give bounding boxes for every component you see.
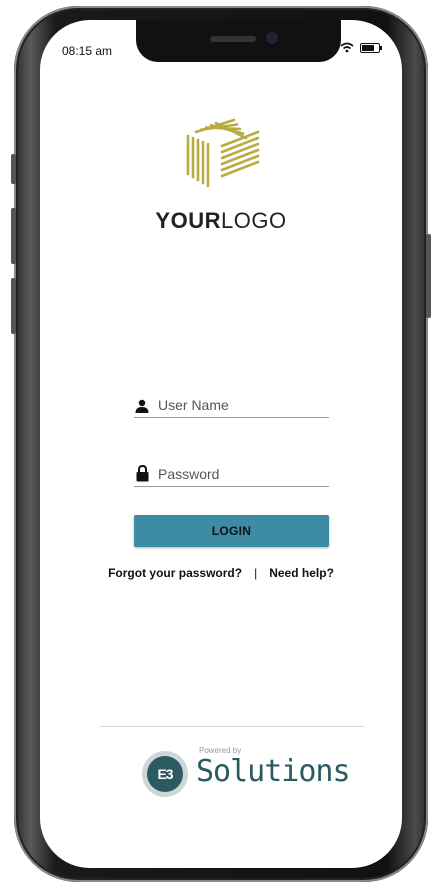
notch [136,20,341,62]
brand-name: Solutions [196,754,351,789]
volume-up-button [11,208,16,264]
power-button [426,234,431,318]
brand-badge-icon: E3 [142,751,188,797]
person-icon [134,395,150,413]
password-field [134,457,329,487]
logo-text: YOURLOGO [40,208,402,234]
username-field [134,388,329,418]
forgot-password-link[interactable]: Forgot your password? [108,566,242,580]
wifi-icon [340,42,354,53]
status-icons [340,42,382,53]
battery-icon [360,42,382,53]
volume-down-button [11,278,16,334]
username-input[interactable] [158,397,318,413]
footer-divider [100,726,364,727]
app-screen: 08:15 am YOURLOGO LOGIN Forgot your pass… [40,20,402,868]
login-button[interactable]: LOGIN [134,515,329,547]
front-camera [266,32,278,44]
logo-text-bold: YOUR [155,208,221,233]
status-time: 08:15 am [62,44,113,58]
links-separator: | [254,566,258,580]
speaker [210,36,256,42]
brand-badge-text: E3 [147,756,183,792]
cube-logo-icon [186,118,260,188]
lock-icon [134,464,150,482]
mute-switch [11,154,16,184]
need-help-link[interactable]: Need help? [269,566,334,580]
password-input[interactable] [158,466,318,482]
help-links: Forgot your password? | Need help? [40,566,402,580]
logo-text-thin: LOGO [220,208,287,233]
